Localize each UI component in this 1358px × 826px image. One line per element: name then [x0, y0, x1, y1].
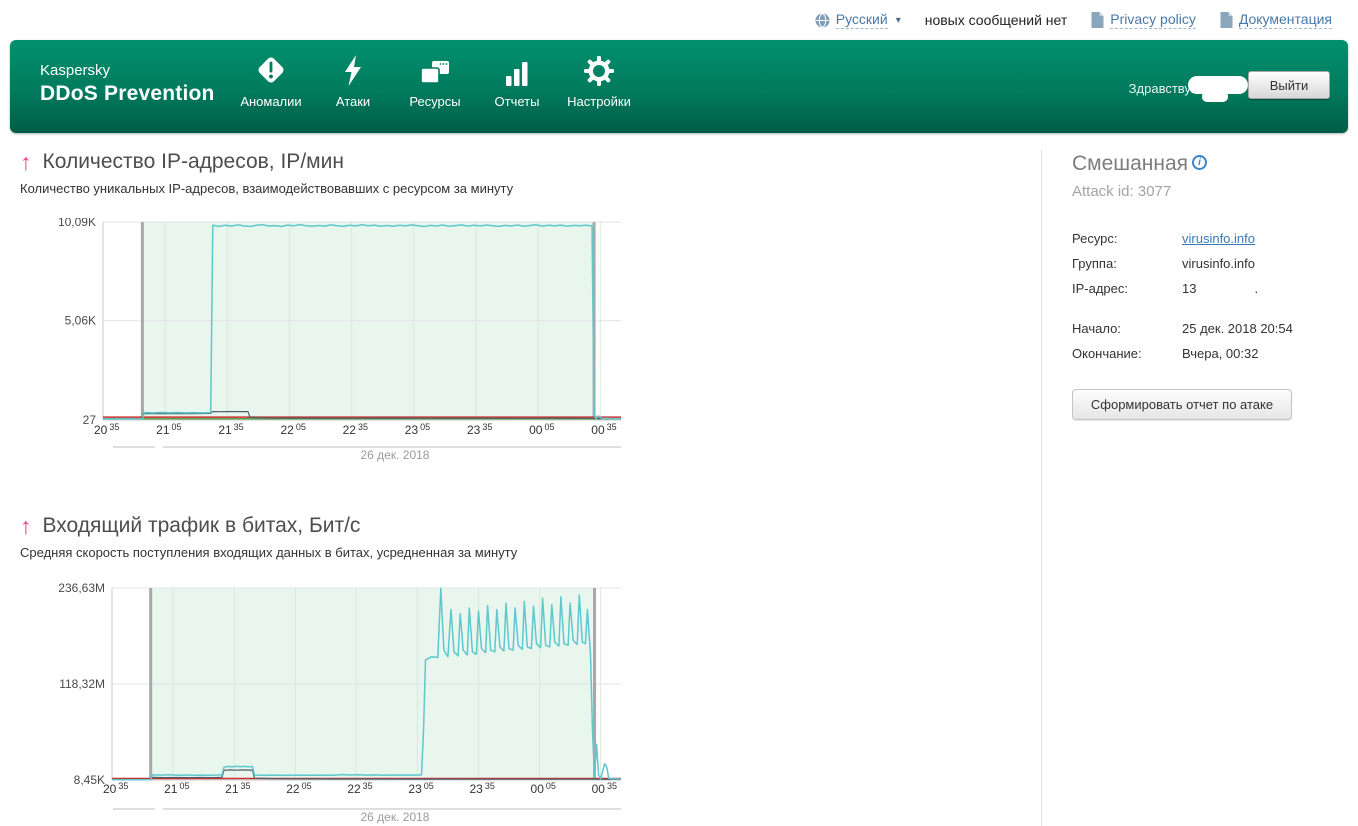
chart1-title: Количество IP-адресов, IP/мин — [42, 150, 344, 173]
svg-text:0005: 00 05 — [529, 422, 554, 437]
svg-text:2335: 23 35 — [469, 781, 494, 796]
field-label: Начало: — [1072, 321, 1121, 336]
nav-label: Отчеты — [494, 94, 540, 109]
svg-text:2105: 21 05 — [164, 781, 189, 796]
ip-count-chart: 10,09K5,06K2720 35 21 05 21 35 22 05 22 35 23 05 23 3… — [58, 218, 622, 462]
nav-item-anomalies[interactable]: Аномалии — [230, 53, 312, 109]
group-value: virusinfo.info — [1182, 256, 1255, 271]
field-label: Группа: — [1072, 256, 1117, 271]
field-resource: Ресурс: virusinfo.info — [1072, 226, 1344, 251]
language-label: Русский — [835, 11, 888, 29]
attack-id: Attack id: 3077 — [1072, 183, 1172, 200]
main-nav: Аномалии Атаки Ресурсы Отчеты Настройки — [230, 53, 640, 109]
attack-type: Смешанная — [1072, 152, 1189, 175]
field-end: Окончание: Вчера, 00:32 — [1072, 341, 1344, 366]
topbar: Русский ▾ новых сообщений нет Privacy po… — [0, 0, 1358, 40]
resource-link[interactable]: virusinfo.info — [1182, 231, 1255, 246]
nav-label: Аномалии — [240, 94, 302, 109]
field-label: Окончание: — [1072, 346, 1142, 361]
field-ip: IP-адрес: 13 . — [1072, 276, 1344, 301]
language-selector[interactable]: Русский ▾ — [815, 11, 901, 29]
up-arrow-icon: ↑ — [20, 512, 32, 539]
attack-type-row: Смешанная i — [1072, 152, 1344, 176]
anomaly-diamond-icon — [254, 53, 288, 87]
svg-text:2305: 23 05 — [408, 781, 433, 796]
windows-icon — [420, 53, 450, 87]
svg-text:26 дек. 2018: 26 дек. 2018 — [361, 448, 430, 462]
app-header: Kaspersky DDoS Prevention Аномалии Атаки — [10, 40, 1348, 133]
up-arrow-icon: ↑ — [20, 148, 32, 175]
privacy-policy-label: Privacy policy — [1110, 11, 1196, 29]
end-value: Вчера, 00:32 — [1182, 346, 1259, 361]
chart1-subtitle: Количество уникальных IP-адресов, взаимо… — [20, 181, 514, 196]
document-icon — [1220, 12, 1233, 28]
svg-text:2335: 23 35 — [467, 422, 492, 437]
chart1-title-row: ↑ Количество IP-адресов, IP/мин — [20, 150, 344, 174]
info-icon[interactable]: i — [1192, 155, 1208, 170]
svg-text:2205: 22 05 — [286, 781, 311, 796]
field-start: Начало: 25 дек. 2018 20:54 — [1072, 316, 1344, 341]
svg-text:0035: 00 35 — [591, 422, 616, 437]
start-value: 25 дек. 2018 20:54 — [1182, 321, 1293, 336]
svg-text:2035: 20 35 — [94, 422, 119, 437]
incoming-traffic-chart: 236,63M 118,32M 8,45K20 35 21 05 21 35 22 05 22 35 2… — [58, 583, 622, 824]
attack-fields: Ресурс: virusinfo.info Группа: virusinfo… — [1072, 226, 1344, 366]
svg-text:2035: 20 35 — [103, 781, 128, 796]
brand-kaspersky: Kaspersky — [40, 62, 111, 79]
field-label: Ресурс: — [1072, 231, 1118, 246]
ip-redaction-remnant: . — [1254, 281, 1259, 296]
svg-text:0005: 00 05 — [531, 781, 556, 796]
nav-label: Настройки — [567, 94, 631, 109]
generate-report-button[interactable]: Сформировать отчет по атаке — [1072, 389, 1292, 420]
svg-text:26 дек. 2018: 26 дек. 2018 — [361, 810, 430, 824]
svg-text:0035: 00 35 — [592, 781, 617, 796]
svg-text:8,45K: 8,45K — [74, 773, 105, 787]
documentation-label: Документация — [1238, 11, 1332, 29]
ip-value: 13 — [1182, 281, 1197, 296]
chevron-down-icon: ▾ — [895, 14, 901, 26]
globe-icon — [815, 12, 830, 28]
svg-text:2305: 23 05 — [405, 422, 430, 437]
nav-label: Ресурсы — [409, 94, 461, 109]
nav-item-attacks[interactable]: Атаки — [312, 53, 394, 109]
svg-text:2135: 21 35 — [218, 422, 243, 437]
logout-button[interactable]: Выйти — [1248, 71, 1330, 99]
nav-item-settings[interactable]: Настройки — [558, 53, 640, 109]
gear-icon — [583, 53, 615, 87]
privacy-policy-link[interactable]: Privacy policy — [1091, 11, 1196, 29]
svg-text:5,06K: 5,06K — [65, 314, 96, 328]
chart2-title: Входящий трафик в битах, Бит/с — [42, 514, 361, 537]
svg-text:2105: 21 05 — [156, 422, 181, 437]
bar-chart-icon — [503, 53, 531, 87]
lightning-icon — [340, 53, 366, 87]
svg-text:10,09K: 10,09K — [58, 218, 96, 229]
field-group: Группа: virusinfo.info — [1072, 251, 1344, 276]
attack-details-panel: Смешанная i Attack id: 3077 Ресурс: viru… — [1072, 152, 1344, 420]
chart2-subtitle: Средняя скорость поступления входящих да… — [20, 545, 518, 560]
documentation-link[interactable]: Документация — [1220, 11, 1332, 29]
svg-text:2235: 22 35 — [343, 422, 368, 437]
nav-item-resources[interactable]: Ресурсы — [394, 53, 476, 109]
svg-text:2205: 22 05 — [280, 422, 305, 437]
chart2-title-row: ↑ Входящий трафик в битах, Бит/с — [20, 514, 360, 538]
nav-item-reports[interactable]: Отчеты — [476, 53, 558, 109]
messages-status: новых сообщений нет — [924, 12, 1068, 28]
content-divider — [1041, 150, 1042, 826]
document-icon — [1091, 12, 1104, 28]
svg-text:236,63M: 236,63M — [58, 583, 105, 595]
nav-label: Атаки — [335, 94, 371, 109]
field-label: IP-адрес: — [1072, 281, 1128, 296]
brand-logo: Kaspersky DDoS Prevention — [40, 62, 215, 106]
username-redaction — [1202, 91, 1228, 102]
svg-text:2235: 22 35 — [347, 781, 372, 796]
svg-text:2135: 21 35 — [225, 781, 250, 796]
brand-product: DDoS Prevention — [40, 82, 215, 105]
svg-text:118,32M: 118,32M — [59, 677, 105, 691]
